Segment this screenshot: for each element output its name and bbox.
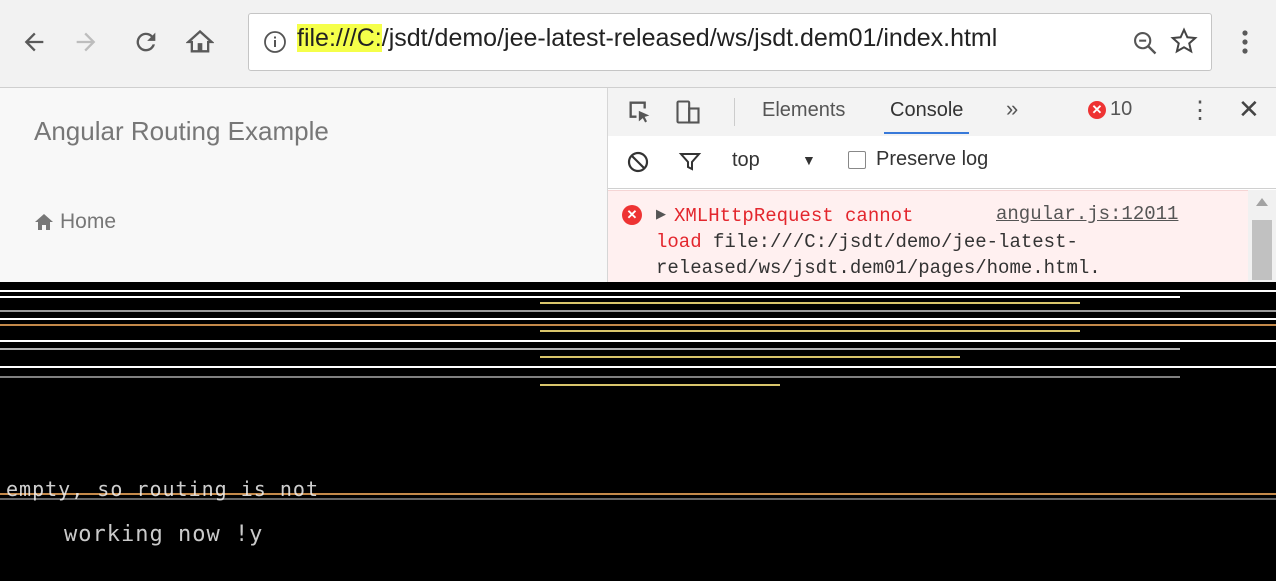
context-dropdown-icon[interactable]: ▼ — [802, 152, 816, 168]
clear-console-icon[interactable] — [626, 150, 650, 174]
devtools-tabbar: Elements Console » ✕ 10 ⋮ ✕ — [608, 88, 1276, 137]
error-badge-icon: ✕ — [1088, 100, 1106, 119]
filter-icon[interactable] — [678, 150, 702, 174]
star-icon[interactable] — [1169, 26, 1199, 56]
glitch-line — [0, 324, 1276, 326]
expand-triangle-icon[interactable]: ▶ — [656, 206, 666, 222]
inspect-element-icon[interactable] — [626, 98, 654, 126]
error-text: XMLHttpRequest cannot — [674, 205, 914, 227]
glitch-line — [0, 318, 1276, 320]
forward-icon[interactable] — [66, 22, 106, 62]
nav-home-link[interactable]: Home — [34, 210, 116, 234]
url-highlight: file:///C: — [297, 24, 382, 52]
glitch-line — [540, 302, 1080, 304]
glitch-line — [0, 310, 1276, 312]
error-counter[interactable]: ✕ 10 — [1088, 98, 1132, 121]
console-filter-bar: top ▼ Preserve log — [608, 136, 1276, 189]
url-text: file:///C:/jsdt/demo/jee-latest-released… — [297, 24, 997, 53]
menu-icon[interactable] — [1230, 22, 1260, 62]
toolbar-separator — [734, 98, 735, 126]
tab-console[interactable]: Console — [883, 99, 970, 134]
browser-toolbar: file:///C:/jsdt/demo/jee-latest-released… — [0, 0, 1276, 88]
corrupted-region: empty, so routing is not working now !y — [0, 282, 1276, 581]
error-count-value: 10 — [1110, 98, 1133, 120]
device-toolbar-icon[interactable] — [674, 98, 702, 126]
error-icon: ✕ — [622, 205, 642, 225]
scroll-thumb[interactable] — [1252, 220, 1272, 280]
glitch-line — [0, 366, 1276, 368]
app-brand[interactable]: Angular Routing Example — [34, 116, 329, 147]
more-tabs-button[interactable]: » — [1006, 96, 1018, 122]
glitch-line — [540, 384, 780, 386]
preserve-log-label: Preserve log — [876, 148, 989, 170]
preserve-log-checkbox[interactable] — [848, 150, 866, 169]
scroll-up-icon[interactable] — [1256, 198, 1268, 206]
back-icon[interactable] — [14, 22, 54, 62]
glitch-line — [0, 376, 1180, 378]
nav-home-label: Home — [60, 210, 117, 233]
home-icon[interactable] — [180, 22, 220, 62]
error-text-path: file:///C:/jsdt/demo/jee-latest- — [701, 231, 1078, 253]
glitch-line — [0, 296, 1180, 298]
url-path: /jsdt/demo/jee-latest-released/ws/jsdt.d… — [381, 24, 998, 52]
glitch-line — [0, 290, 1276, 292]
console-error-message[interactable]: ✕ XMLHttpRequest cannot load file:///C:/… — [608, 190, 1248, 291]
glitch-line — [540, 330, 1080, 332]
tab-elements[interactable]: Elements — [762, 99, 845, 122]
reload-icon[interactable] — [126, 22, 166, 62]
glitch-line — [0, 348, 1180, 350]
glitch-text: working now !y — [64, 522, 264, 547]
info-icon[interactable] — [263, 30, 287, 54]
devtools-close-icon[interactable]: ✕ — [1238, 94, 1260, 125]
source-link[interactable]: angular.js:12011 — [996, 203, 1178, 225]
home-glyph-icon — [35, 214, 53, 230]
error-text-line3: released/ws/jsdt.dem01/pages/home.html. — [656, 257, 1101, 279]
glitch-line — [0, 340, 1276, 342]
address-bar[interactable]: file:///C:/jsdt/demo/jee-latest-released… — [248, 13, 1212, 71]
error-text-load: load — [656, 231, 702, 253]
zoom-icon[interactable] — [1131, 29, 1159, 57]
context-selector[interactable]: top — [732, 149, 760, 172]
devtools-menu-icon[interactable]: ⋮ — [1188, 96, 1212, 125]
glitch-text: empty, so routing is not — [6, 477, 319, 501]
preserve-log-option[interactable]: Preserve log — [848, 148, 988, 171]
glitch-line — [540, 356, 960, 358]
